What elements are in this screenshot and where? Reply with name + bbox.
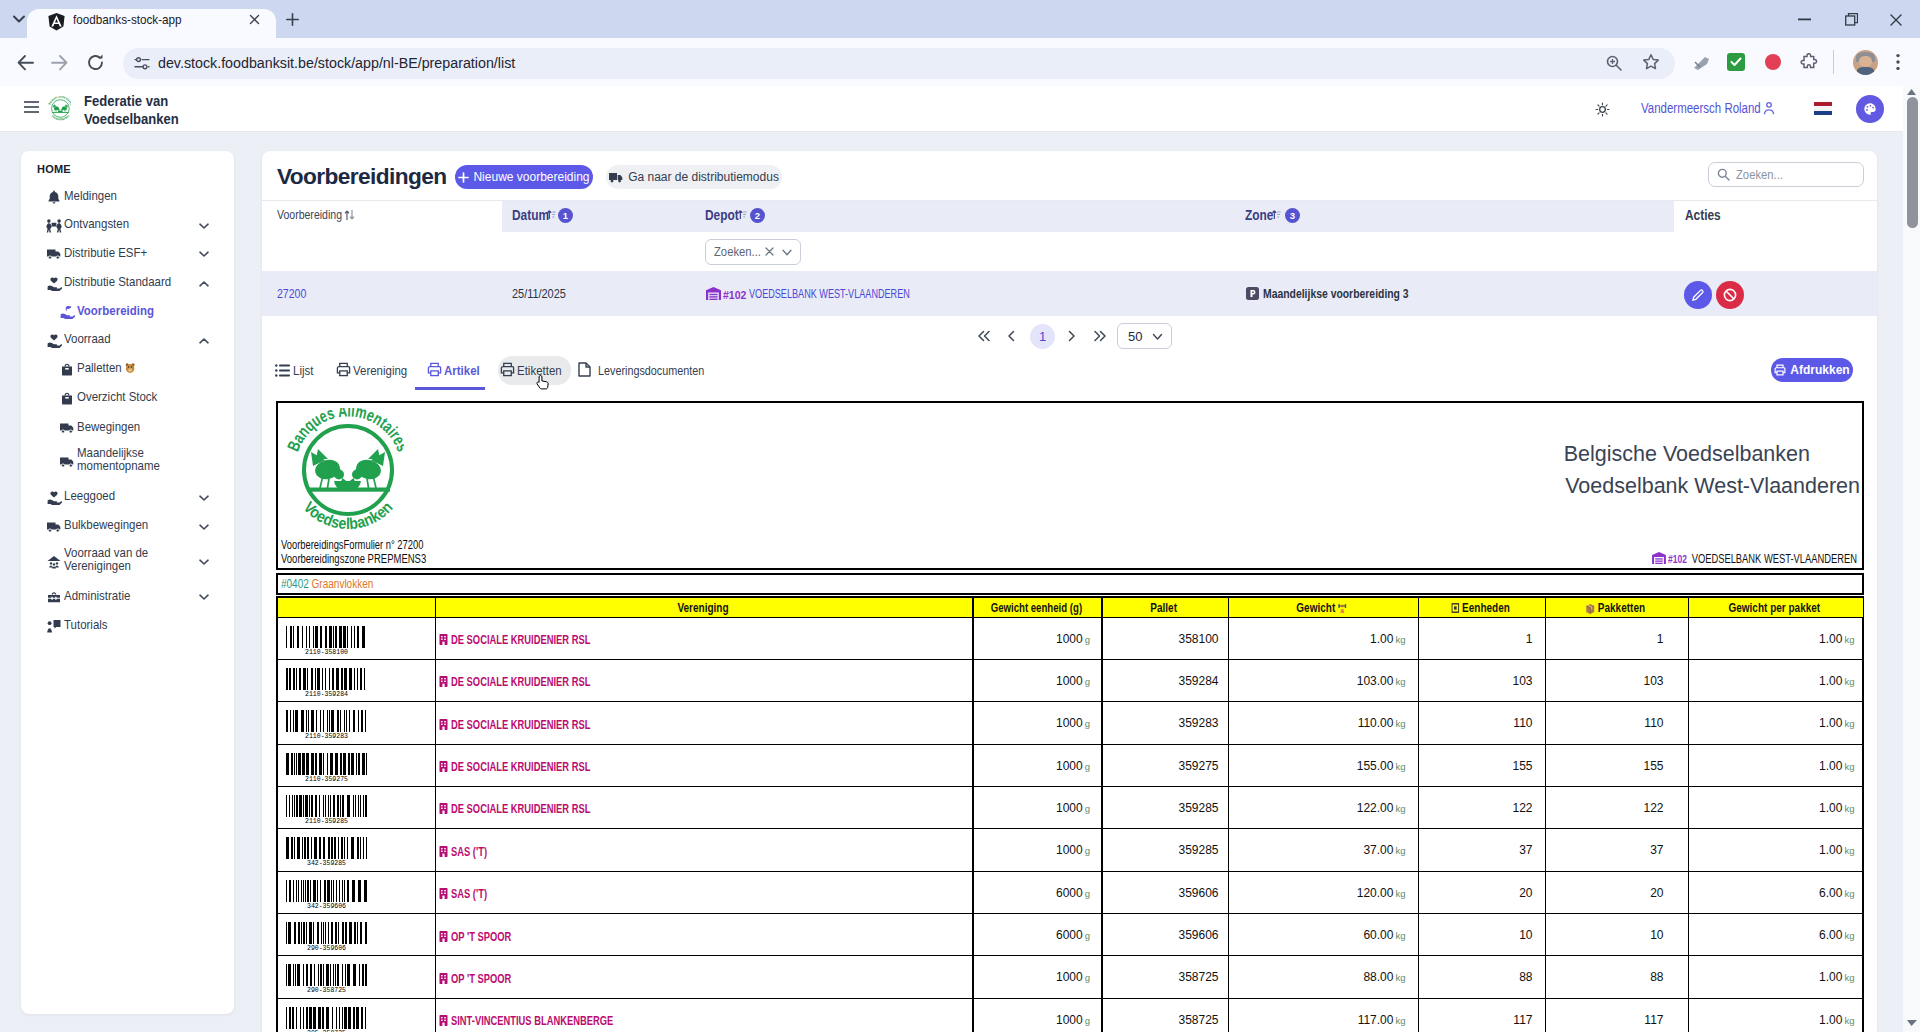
svg-text:Voedselbanken: Voedselbanken: [300, 498, 395, 532]
